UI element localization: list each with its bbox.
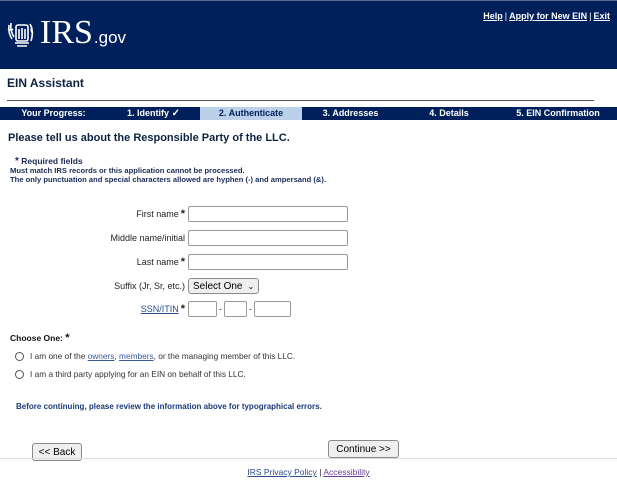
logo-text: IRS <box>40 14 93 51</box>
ssn-part3-input[interactable] <box>254 301 291 317</box>
first-name-label: First name * <box>18 208 188 220</box>
ssn-part2-input[interactable] <box>224 301 247 317</box>
progress-step-identify: 1. Identify ✓ <box>107 107 200 120</box>
site-header: IRS .gov Help | Apply for New EIN | Exit <box>0 0 617 69</box>
suffix-label: Suffix (Jr, Sr, etc.) <box>18 281 188 291</box>
accessibility-link[interactable]: Accessibility <box>323 467 369 477</box>
irs-eagle-icon <box>7 22 34 47</box>
irs-logo[interactable]: IRS .gov <box>6 14 127 51</box>
required-marker: * <box>180 256 185 268</box>
owners-link[interactable]: owners <box>88 351 115 361</box>
first-name-row: First name * <box>18 206 348 222</box>
ssn-part1-input[interactable] <box>188 301 217 317</box>
checkmark-icon: ✓ <box>171 108 180 119</box>
last-name-label: Last name * <box>18 256 188 268</box>
section-heading: Please tell us about the Responsible Par… <box>8 132 290 144</box>
label-text: Choose One: <box>10 333 63 343</box>
ssn-separator: - <box>219 304 222 314</box>
middle-name-label: Middle name/initial <box>18 233 188 243</box>
option-owner-member[interactable]: I am one of the owners, members, or the … <box>15 351 295 361</box>
suffix-selected-value: Select One <box>193 280 243 292</box>
step-label: 1. Identify <box>127 108 170 118</box>
form-notes: * Required fields Must match IRS records… <box>10 156 327 185</box>
label-text: Middle name/initial <box>110 233 185 243</box>
privacy-policy-link[interactable]: IRS Privacy Policy <box>247 467 316 477</box>
required-marker: * <box>180 303 185 315</box>
label-text: First name <box>136 209 179 219</box>
ssn-itin-link[interactable]: SSN/ITIN <box>141 304 179 314</box>
punctuation-note: The only punctuation and special charact… <box>10 175 327 184</box>
required-fields-note: * Required fields <box>15 156 326 167</box>
logo-suffix: .gov <box>93 28 127 47</box>
last-name-input[interactable] <box>188 254 348 270</box>
required-marker: * <box>65 332 70 344</box>
ssn-label: SSN/ITIN * <box>18 303 188 315</box>
ssn-separator: - <box>249 304 252 314</box>
option-text: , <box>114 351 117 361</box>
first-name-input[interactable] <box>188 206 348 222</box>
progress-step-ein-confirmation: 5. EIN Confirmation <box>516 108 600 118</box>
review-notice: Before continuing, please review the inf… <box>16 402 322 411</box>
option-text: I am a third party applying for an EIN o… <box>30 369 246 379</box>
label-text: Last name <box>136 257 179 267</box>
chevron-down-icon: ⌄ <box>247 281 255 291</box>
link-separator: | <box>589 11 592 21</box>
help-link[interactable]: Help <box>483 11 503 21</box>
link-separator: | <box>504 11 508 21</box>
progress-bar: Your Progress: 1. Identify ✓ 2. Authenti… <box>0 107 617 120</box>
progress-step-details: 4. Details <box>429 108 469 118</box>
ssn-row: SSN/ITIN * - - <box>18 301 291 317</box>
choose-one-label: Choose One: * <box>10 332 70 344</box>
middle-name-input[interactable] <box>188 230 348 246</box>
last-name-row: Last name * <box>18 254 348 270</box>
header-links: Help | Apply for New EIN | Exit <box>483 11 610 21</box>
footer-separator: | <box>319 467 322 477</box>
title-divider <box>7 100 594 101</box>
exit-link[interactable]: Exit <box>593 11 610 21</box>
footer-divider <box>0 458 617 459</box>
irs-records-note: Must match IRS records or this applicati… <box>10 166 245 175</box>
progress-label: Your Progress: <box>21 108 86 118</box>
apply-new-ein-link[interactable]: Apply for New EIN <box>509 11 587 21</box>
continue-button[interactable]: Continue >> <box>328 440 399 458</box>
app-title: EIN Assistant <box>7 76 84 90</box>
suffix-row: Suffix (Jr, Sr, etc.) Select One ⌄ <box>18 278 260 294</box>
middle-name-row: Middle name/initial <box>18 230 348 246</box>
option-text: I am one of the <box>30 351 86 361</box>
third-party-radio[interactable] <box>15 369 24 379</box>
members-link[interactable]: members <box>119 351 154 361</box>
label-text: Suffix (Jr, Sr, etc.) <box>114 281 185 291</box>
progress-step-authenticate: 2. Authenticate <box>200 107 302 120</box>
suffix-select[interactable]: Select One ⌄ <box>188 278 260 294</box>
option-third-party[interactable]: I am a third party applying for an EIN o… <box>15 369 246 379</box>
required-text: Required fields <box>21 156 83 166</box>
required-marker: * <box>180 208 185 220</box>
owner-member-radio[interactable] <box>15 351 24 361</box>
footer-links: IRS Privacy Policy | Accessibility <box>0 467 617 477</box>
progress-step-addresses: 3. Addresses <box>322 108 379 118</box>
option-text: , or the managing member of this LLC. <box>153 351 296 361</box>
